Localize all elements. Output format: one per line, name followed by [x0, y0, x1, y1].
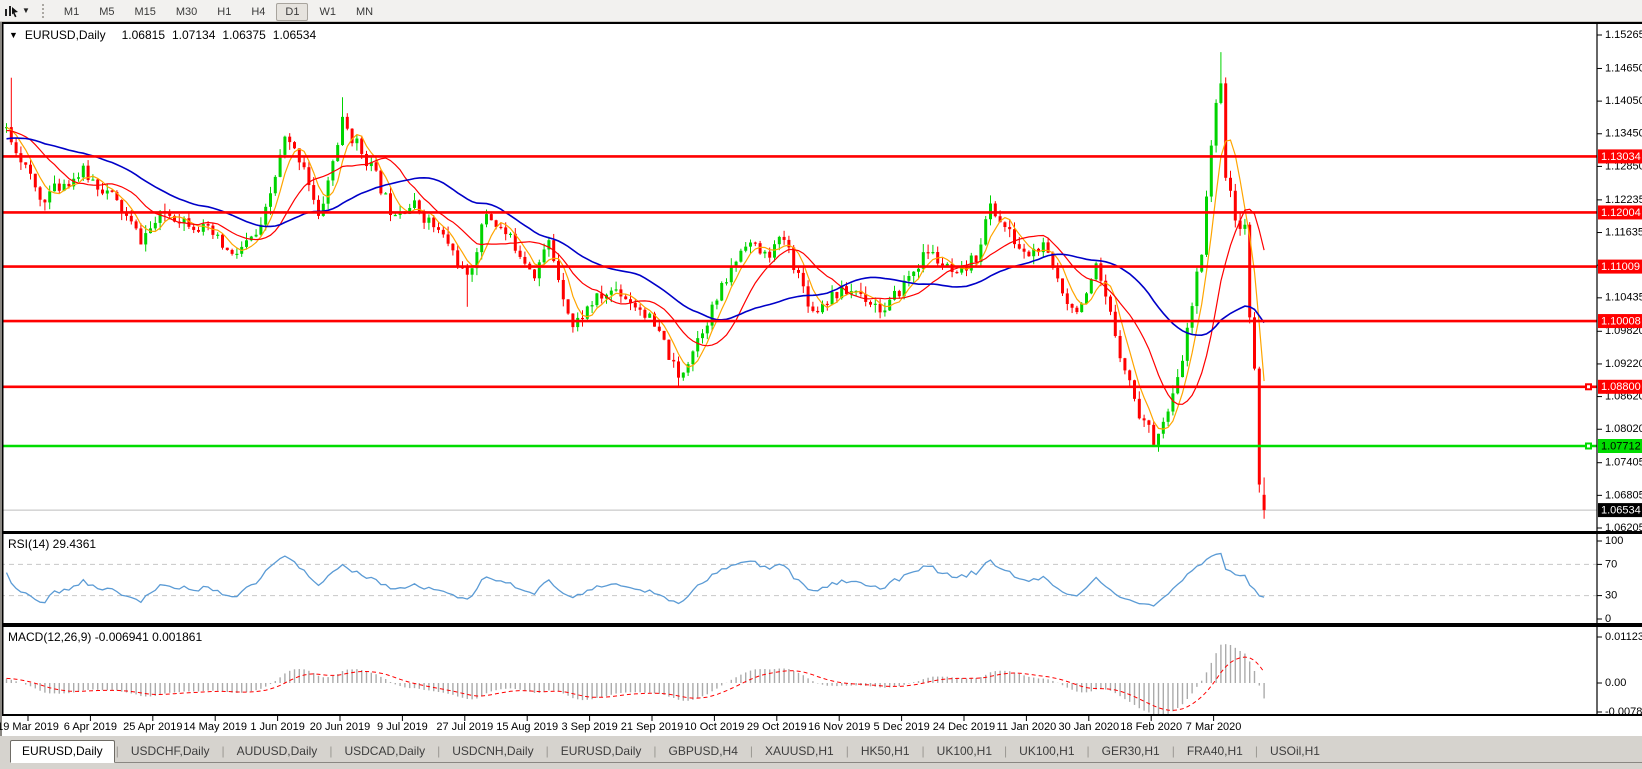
chart-tab-FRA40-H1[interactable]: FRA40,H1 — [1176, 741, 1254, 762]
timeframe-button-W1[interactable]: W1 — [310, 3, 345, 21]
timeframe-button-MN[interactable]: MN — [347, 3, 382, 21]
date-label: 18 Feb 2020 — [1120, 721, 1182, 733]
symbol-period-label: EURUSD,Daily — [25, 28, 106, 42]
macd-indicator-label: MACD(12,26,9) -0.006941 0.001861 — [8, 630, 202, 644]
chart-tab-bar: EURUSD,Daily|USDCHF,Daily|AUDUSD,Daily|U… — [0, 736, 1642, 769]
chart-tab-USOil-H1[interactable]: USOil,H1 — [1259, 741, 1331, 762]
chart-tab-USDCHF-Daily[interactable]: USDCHF,Daily — [120, 741, 221, 762]
price-tick-label: 1.11635 — [1605, 226, 1642, 238]
current-price-badge-label: 1.06534 — [1601, 505, 1641, 517]
price-tick-label: 1.13450 — [1605, 128, 1642, 140]
price-tick-label: 1.14650 — [1605, 62, 1642, 74]
date-label: 3 Sep 2019 — [561, 721, 617, 733]
price-level-badge-label: 1.13034 — [1601, 151, 1641, 163]
chart-tab-USDCNH-Daily[interactable]: USDCNH,Daily — [441, 741, 544, 762]
rsi-tick-label: 30 — [1605, 590, 1617, 602]
date-label: 30 Jan 2020 — [1059, 721, 1120, 733]
timeframe-button-M1[interactable]: M1 — [55, 3, 88, 21]
price-tick-label: 1.07405 — [1605, 457, 1642, 469]
date-label: 11 Jan 2020 — [997, 721, 1057, 733]
panel-border — [0, 714, 1642, 716]
price-tick-label: 1.12235 — [1605, 194, 1642, 206]
date-label: 14 May 2019 — [183, 721, 247, 733]
price-tick-label: 1.06805 — [1605, 489, 1642, 501]
price-level-badge-label: 1.08800 — [1601, 381, 1641, 393]
rsi-tick-label: 0 — [1605, 613, 1611, 625]
date-label: 24 Dec 2019 — [933, 721, 995, 733]
panel-border — [0, 623, 1642, 627]
macd-tick-label: 0.011232 — [1605, 631, 1642, 643]
date-label: 1 Jun 2019 — [250, 721, 304, 733]
mt4-window: ▼ M1M5M15M30H1H4D1W1MN ▼ EURUSD,Daily 1.… — [0, 0, 1642, 769]
chart-background — [0, 22, 1642, 736]
ohlc-close: 1.06534 — [273, 28, 316, 42]
date-label: 25 Apr 2019 — [123, 721, 182, 733]
panel-border — [0, 531, 1642, 534]
timeframe-button-H4[interactable]: H4 — [242, 3, 274, 21]
macd-tick-label: -0.007894 — [1605, 706, 1642, 718]
date-label: 6 Apr 2019 — [64, 721, 117, 733]
price-tick-label: 1.15265 — [1605, 29, 1642, 41]
chart-tab-GBPUSD-H4[interactable]: GBPUSD,H4 — [658, 741, 749, 762]
date-label: 21 Sep 2019 — [621, 721, 683, 733]
date-label: 10 Oct 2019 — [684, 721, 744, 733]
chart-cursor-glyph — [4, 4, 19, 18]
price-level-badge-label: 1.07712 — [1601, 440, 1641, 452]
macd-tick-label: 0.00 — [1605, 677, 1626, 689]
timeframe-button-H1[interactable]: H1 — [208, 3, 240, 21]
price-level-badge-label: 1.12004 — [1601, 207, 1641, 219]
date-label: 5 Dec 2019 — [873, 721, 929, 733]
chart-tab-EURUSD-Daily[interactable]: EURUSD,Daily — [550, 741, 653, 762]
date-label: 16 Nov 2019 — [808, 721, 870, 733]
timeframe-toolbar: ▼ M1M5M15M30H1H4D1W1MN — [0, 0, 1642, 22]
chart-canvas[interactable]: 1.152651.146501.140501.134501.128501.122… — [0, 22, 1642, 736]
date-label: 27 Jul 2019 — [436, 721, 493, 733]
date-label: 9 Jul 2019 — [377, 721, 428, 733]
timeframe-button-M5[interactable]: M5 — [90, 3, 123, 21]
price-level-badge-label: 1.10008 — [1601, 315, 1641, 327]
date-label: 29 Oct 2019 — [747, 721, 807, 733]
chart-tab-XAUUSD-H1[interactable]: XAUUSD,H1 — [754, 741, 845, 762]
chevron-down-icon[interactable]: ▼ — [22, 6, 30, 15]
chart-tab-AUDUSD-Daily[interactable]: AUDUSD,Daily — [226, 741, 329, 762]
chart-tabs: EURUSD,Daily|USDCHF,Daily|AUDUSD,Daily|U… — [10, 739, 1642, 763]
price-level-badge-label: 1.11009 — [1601, 261, 1640, 273]
date-label: 20 Jun 2019 — [310, 721, 371, 733]
chart-tab-USDCAD-Daily[interactable]: USDCAD,Daily — [333, 741, 436, 762]
price-tick-label: 1.10435 — [1605, 292, 1642, 304]
timeframe-button-M15[interactable]: M15 — [125, 3, 164, 21]
rsi-indicator-label: RSI(14) 29.4361 — [8, 537, 96, 551]
date-label: 7 Mar 2020 — [1186, 721, 1242, 733]
ohlc-low: 1.06375 — [222, 28, 265, 42]
chart-title: ▼ EURUSD,Daily 1.06815 1.07134 1.06375 1… — [9, 28, 316, 42]
toolbar-grip — [42, 4, 46, 18]
window-edge — [0, 22, 2, 736]
price-tick-label: 1.08020 — [1605, 423, 1642, 435]
collapse-triangle-icon[interactable]: ▼ — [9, 30, 18, 40]
ohlc-high: 1.07134 — [172, 28, 215, 42]
chart-tab-HK50-H1[interactable]: HK50,H1 — [850, 741, 921, 762]
panel-border — [0, 22, 1642, 24]
chart-cursor-icon[interactable]: ▼ — [4, 4, 30, 18]
date-label: 15 Aug 2019 — [496, 721, 558, 733]
rsi-tick-label: 100 — [1605, 535, 1623, 547]
chart-tab-GER30-H1[interactable]: GER30,H1 — [1091, 741, 1171, 762]
date-label: 19 Mar 2019 — [0, 721, 59, 733]
ohlc-open: 1.06815 — [122, 28, 165, 42]
price-tick-label: 1.06205 — [1605, 522, 1642, 534]
timeframe-button-D1[interactable]: D1 — [276, 3, 308, 21]
chart-tab-UK100-H1[interactable]: UK100,H1 — [926, 741, 1003, 762]
price-tick-label: 1.09220 — [1605, 358, 1642, 370]
chart-tab-EURUSD-Daily[interactable]: EURUSD,Daily — [10, 740, 115, 763]
timeframe-button-M30[interactable]: M30 — [167, 3, 206, 21]
chart-tab-UK100-H1[interactable]: UK100,H1 — [1008, 741, 1085, 762]
period-buttons: M1M5M15M30H1H4D1W1MN — [54, 2, 383, 20]
rsi-tick-label: 70 — [1605, 558, 1617, 570]
price-tick-label: 1.14050 — [1605, 95, 1642, 107]
